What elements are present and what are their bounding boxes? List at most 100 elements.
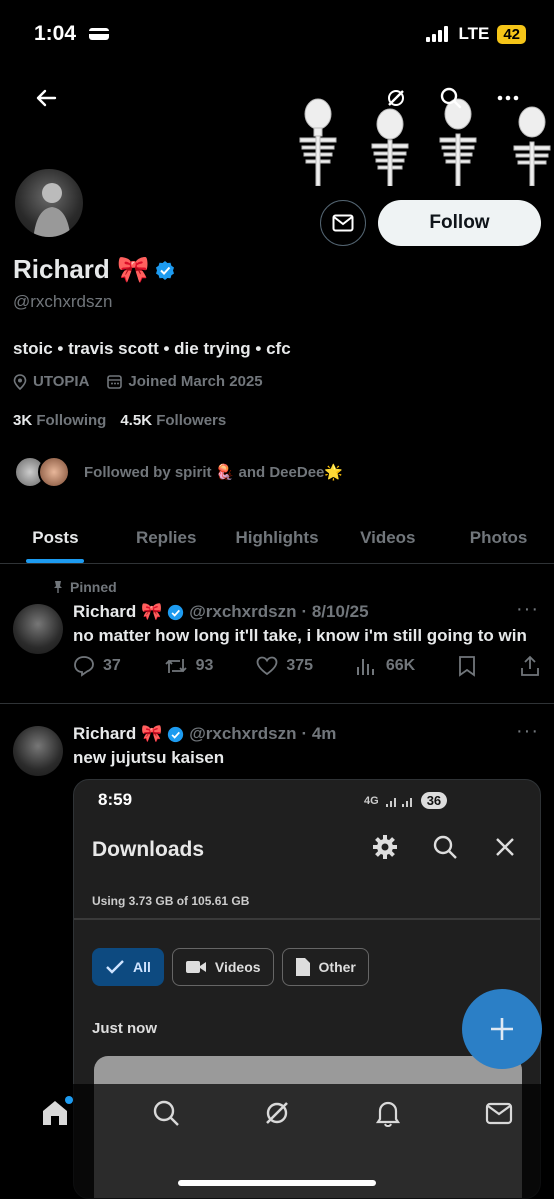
post-author-handle: @rxchxrdszn xyxy=(189,602,297,621)
more-horizontal-icon xyxy=(497,95,519,101)
file-icon xyxy=(295,958,310,976)
downloads-title: Downloads xyxy=(92,838,205,861)
filter-chips: All Videos Other xyxy=(92,948,369,986)
bell-icon xyxy=(375,1101,400,1128)
signal-icon xyxy=(426,26,449,42)
media-status-indicators: 4G 36 xyxy=(364,792,448,809)
views-button[interactable]: 66K xyxy=(356,655,415,677)
signal-icon xyxy=(385,797,412,807)
message-button[interactable] xyxy=(320,200,366,246)
video-camera-icon xyxy=(185,961,206,973)
profile-handle: @rxchxrdszn xyxy=(13,292,113,311)
profile-meta: UTOPIA Joined March 2025 xyxy=(13,373,263,390)
profile-bio: stoic • travis scott • die trying • cfc xyxy=(13,339,291,358)
follow-button[interactable]: Follow xyxy=(378,200,541,246)
followers-link[interactable]: 4.5K Followers xyxy=(120,412,226,429)
nav-grok[interactable] xyxy=(257,1098,297,1138)
section-just-now: Just now xyxy=(92,1020,158,1037)
tab-photos[interactable]: Photos xyxy=(443,512,554,563)
pinned-label: Pinned xyxy=(52,579,117,595)
verified-badge-icon xyxy=(168,604,184,620)
tab-videos[interactable]: Videos xyxy=(332,512,443,563)
compose-button[interactable] xyxy=(462,989,542,1069)
grok-button[interactable] xyxy=(378,80,414,116)
calendar-icon xyxy=(107,375,123,389)
repost-button[interactable]: 93 xyxy=(164,655,213,677)
joined-text: Joined March 2025 xyxy=(128,373,263,390)
media-battery: 36 xyxy=(420,792,448,809)
location-pin-icon xyxy=(13,373,27,390)
joined-item: Joined March 2025 xyxy=(107,373,263,390)
nav-search[interactable] xyxy=(146,1098,186,1138)
grok-icon xyxy=(388,90,404,106)
post-more-button[interactable]: ··· xyxy=(516,720,539,743)
profile-tabs: Posts Replies Highlights Videos Photos xyxy=(0,512,554,564)
status-time: 1:04 xyxy=(34,22,110,46)
chip-videos: Videos xyxy=(171,948,274,986)
mutual-avatar xyxy=(38,456,70,488)
tab-posts[interactable]: Posts xyxy=(0,512,111,563)
followed-by[interactable]: Followed by spirit 🪼 and DeeDee🌟 xyxy=(14,456,343,488)
post-avatar[interactable] xyxy=(13,726,63,776)
follow-counts: 3K Following 4.5K Followers xyxy=(13,412,226,429)
more-options-button[interactable] xyxy=(490,80,526,116)
post-divider xyxy=(0,703,554,704)
notification-dot xyxy=(65,1096,74,1104)
repost-icon xyxy=(165,659,187,673)
search-button[interactable] xyxy=(433,80,469,116)
post-author-handle: @rxchxrdszn xyxy=(189,724,297,743)
battery-indicator: 42 xyxy=(497,24,526,44)
nav-notifications[interactable] xyxy=(368,1098,408,1138)
plus-icon xyxy=(491,1018,513,1040)
location-text: UTOPIA xyxy=(33,373,90,390)
post-avatar[interactable] xyxy=(13,604,63,654)
reply-button[interactable]: 37 xyxy=(73,655,121,677)
tab-replies[interactable]: Replies xyxy=(111,512,222,563)
back-button[interactable] xyxy=(28,80,64,116)
envelope-icon xyxy=(332,214,354,232)
status-indicators: LTE 42 xyxy=(426,24,526,44)
post-more-button[interactable]: ··· xyxy=(516,598,539,621)
card-icon xyxy=(88,28,109,41)
like-button[interactable]: 375 xyxy=(256,655,313,677)
search-icon xyxy=(440,87,462,109)
arrow-left-icon xyxy=(36,89,57,107)
search-icon xyxy=(153,1100,180,1126)
post-header: Richard 🎀 @rxchxrdszn · 8/10/25 xyxy=(73,602,369,622)
following-link[interactable]: 3K Following xyxy=(13,412,106,429)
close-icon xyxy=(494,836,516,863)
location-item: UTOPIA xyxy=(13,373,89,390)
verified-badge-icon xyxy=(168,726,184,742)
post-actions: 37 93 375 66K xyxy=(73,655,541,677)
post-author-name[interactable]: Richard 🎀 xyxy=(73,602,162,622)
verified-badge-icon xyxy=(156,260,175,280)
profile-avatar[interactable] xyxy=(12,166,86,240)
pin-icon xyxy=(54,581,62,593)
analytics-icon xyxy=(356,659,374,675)
media-search-icon xyxy=(432,834,458,865)
grok-icon xyxy=(266,1102,288,1124)
home-indicator xyxy=(178,1180,376,1186)
media-separator xyxy=(74,918,540,920)
media-status-time: 8:59 xyxy=(98,790,133,809)
post-text: new jujutsu kaisen xyxy=(73,748,225,767)
share-icon xyxy=(521,655,539,676)
nav-messages[interactable] xyxy=(479,1098,519,1138)
network-label: LTE xyxy=(458,24,490,43)
profile-name: Richard 🎀 xyxy=(13,254,175,285)
chip-all: All xyxy=(92,948,164,986)
settings-icon xyxy=(372,834,398,865)
post-timestamp: · 8/10/25 xyxy=(301,602,369,621)
mutual-avatars xyxy=(14,456,70,488)
tab-highlights[interactable]: Highlights xyxy=(222,512,333,563)
storage-usage: Using 3.73 GB of 105.61 GB xyxy=(92,894,250,908)
nav-home[interactable] xyxy=(35,1096,75,1138)
check-icon xyxy=(106,960,124,974)
followed-by-text: Followed by spirit 🪼 and DeeDee🌟 xyxy=(84,464,344,481)
post-timestamp: · 4m xyxy=(301,724,337,743)
share-button[interactable] xyxy=(519,655,541,677)
post-text: no matter how long it'll take, i know i'… xyxy=(73,626,527,645)
heart-icon xyxy=(256,656,278,676)
post-author-name[interactable]: Richard 🎀 xyxy=(73,724,162,744)
bookmark-button[interactable] xyxy=(458,655,476,677)
